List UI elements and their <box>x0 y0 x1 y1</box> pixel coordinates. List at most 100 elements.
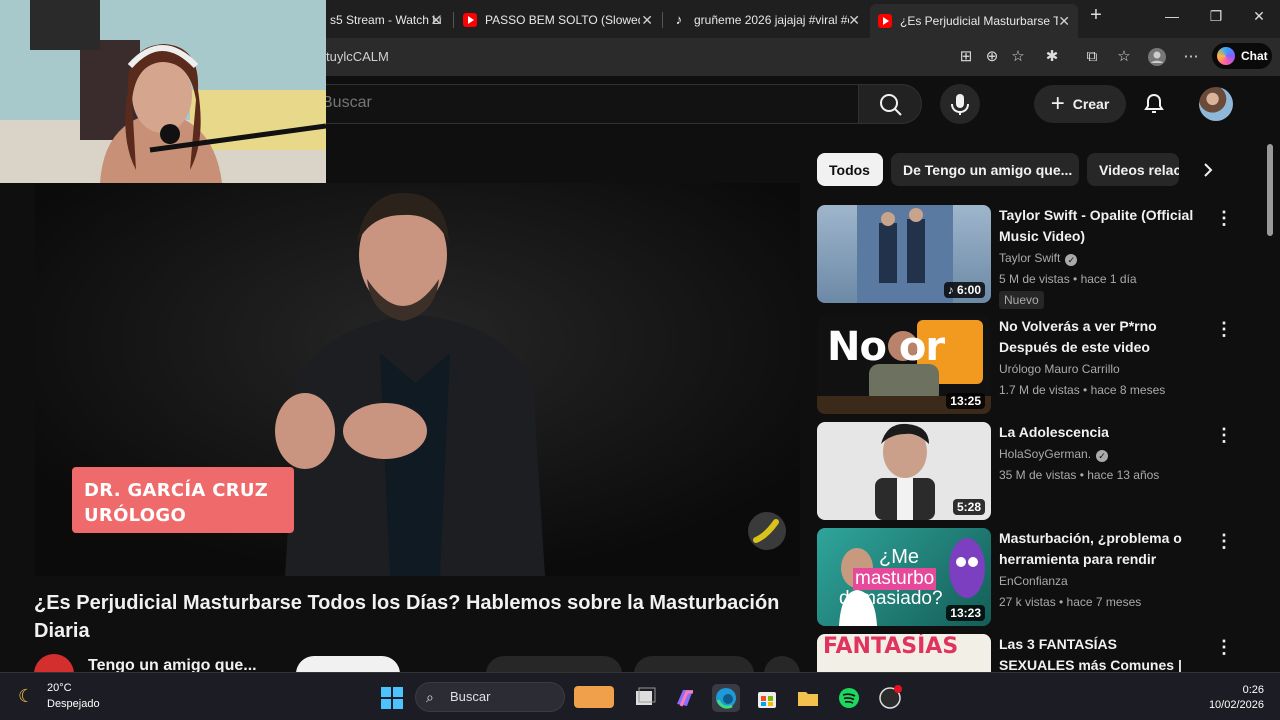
scrollbar[interactable] <box>1264 130 1274 670</box>
lower-third-name: DR. GARCÍA CRUZ <box>84 480 269 501</box>
tab-current-video[interactable]: ¿Es Perjudicial Masturbarse Tod ✕ <box>870 4 1078 38</box>
weather-widget[interactable]: ☾ 20°C Despejado <box>18 682 138 712</box>
more-options-icon[interactable]: ⋮ <box>1215 636 1233 658</box>
address-bar[interactable]: tuylcCALM <box>326 45 946 69</box>
music-note-icon: ♪ <box>947 283 954 297</box>
recommendation-channel[interactable]: Urólogo Mauro Carrillo <box>999 362 1120 376</box>
task-view-icon[interactable] <box>630 684 658 712</box>
video-thumbnail[interactable]: No or 13:25 <box>817 316 991 414</box>
copilot-chat-button[interactable]: Chat <box>1212 43 1272 69</box>
file-explorer-icon[interactable] <box>794 684 822 712</box>
split-screen-icon[interactable]: ⧉ <box>1082 47 1102 67</box>
close-tab-icon[interactable]: ✕ <box>1058 13 1070 30</box>
search-icon: ⌕ <box>426 689 434 705</box>
install-app-icon[interactable]: ⊞ <box>956 47 976 67</box>
close-tab-icon[interactable]: ✕ <box>430 12 442 29</box>
windows-start-icon[interactable] <box>378 684 406 712</box>
more-options-icon[interactable]: ⋮ <box>1215 207 1233 229</box>
duration-badge: 13:25 <box>946 393 985 409</box>
more-actions-button[interactable] <box>764 656 800 672</box>
microphone-icon <box>951 94 969 115</box>
recommendation-channel[interactable]: Taylor Swift ✓ <box>999 251 1078 266</box>
recommendation-item[interactable]: No or 13:25 No Volverás a ver P*rno Desp… <box>817 316 1237 416</box>
more-menu-icon[interactable]: ⋯ <box>1181 47 1201 67</box>
temperature: 20°C <box>47 682 72 694</box>
minimize-icon[interactable]: — <box>1162 8 1182 24</box>
search-button[interactable] <box>858 84 922 124</box>
recommendation-item[interactable]: 5:28 La Adolescencia HolaSoyGerman. ✓ 35 … <box>817 422 1237 522</box>
recommendation-channel[interactable]: EnConfianza <box>999 574 1068 588</box>
restore-icon[interactable]: ❐ <box>1206 8 1226 25</box>
chip-channel[interactable]: De Tengo un amigo que... <box>891 153 1079 186</box>
thumbnail-text: masturbo <box>853 568 937 590</box>
thumbnail-text: demasiado? <box>839 588 943 609</box>
zoom-icon[interactable]: ⊕ <box>982 47 1002 67</box>
thumbnail-text: ¿Me <box>879 546 919 568</box>
copilot-app-icon[interactable] <box>671 684 699 712</box>
recommendation-title[interactable]: Masturbación, ¿problema o herramienta pa… <box>999 528 1195 570</box>
notifications-bell-icon[interactable] <box>1142 92 1166 116</box>
moon-icon: ☾ <box>18 686 35 706</box>
scrollbar-thumb[interactable] <box>1267 144 1273 236</box>
recommendation-title[interactable]: No Volverás a ver P*rno Después de este … <box>999 316 1195 358</box>
video-title: ¿Es Perjudicial Masturbarse Todos los Dí… <box>34 592 780 642</box>
duration-badge: 13:23 <box>946 605 985 621</box>
extensions-icon[interactable]: ✱ <box>1042 47 1062 67</box>
channel-name[interactable]: Tengo un amigo que... <box>88 657 257 672</box>
tab-title: s5 Stream - Watch Liv <box>330 13 442 27</box>
tab-stream[interactable]: s5 Stream - Watch Liv ✕ <box>322 6 450 34</box>
video-thumbnail[interactable]: ¿Me masturbo demasiado? 13:23 <box>817 528 991 626</box>
create-button[interactable]: + Crear <box>1034 85 1126 123</box>
chip-todos[interactable]: Todos <box>817 153 883 186</box>
edge-browser-icon[interactable] <box>712 684 740 712</box>
video-thumbnail[interactable]: FANTASÍAS <box>817 634 991 672</box>
more-options-icon[interactable]: ⋮ <box>1215 530 1233 552</box>
recommendation-meta: 35 M de vistas • hace 13 años <box>999 468 1160 482</box>
favorites-icon[interactable]: ☆ <box>1114 47 1134 67</box>
webcam-feed <box>0 0 326 183</box>
video-thumbnail[interactable]: 5:28 <box>817 422 991 520</box>
spotify-icon[interactable] <box>835 684 863 712</box>
verified-check-icon: ✓ <box>1096 450 1109 462</box>
more-options-icon[interactable]: ⋮ <box>1215 424 1233 446</box>
weather-condition: Despejado <box>47 698 100 710</box>
tab-title: PASSO BEM SOLTO (Slowed) - Y <box>485 13 640 27</box>
profile-icon[interactable] <box>1147 47 1167 67</box>
recommendation-title[interactable]: Taylor Swift - Opalite (Official Music V… <box>999 205 1195 247</box>
close-tab-icon[interactable]: ✕ <box>848 12 860 29</box>
recommendation-title[interactable]: Las 3 FANTASÍAS SEXUALES más Comunes | P… <box>999 634 1195 672</box>
thumbnail-text: No or <box>827 324 945 370</box>
tab-passo-bem-solto[interactable]: PASSO BEM SOLTO (Slowed) - Y ✕ <box>455 6 661 34</box>
system-clock[interactable]: 0:26 10/02/2026 <box>1190 683 1264 713</box>
recommendation-item[interactable]: ♪ 6:00 Taylor Swift - Opalite (Official … <box>817 205 1237 309</box>
obs-studio-icon[interactable] <box>876 684 904 712</box>
tab-tiktok[interactable]: ♪ gruñeme 2026 jajajaj #viral #ch ✕ <box>664 6 868 34</box>
like-dislike-button[interactable] <box>486 656 622 672</box>
channel-avatar[interactable] <box>34 654 74 672</box>
favorite-star-icon[interactable]: ☆ <box>1008 47 1028 67</box>
recommendation-title[interactable]: La Adolescencia <box>999 422 1195 443</box>
search-input[interactable] <box>322 94 842 112</box>
recommendation-channel[interactable]: HolaSoyGerman. ✓ <box>999 447 1109 462</box>
voice-search-button[interactable] <box>940 84 980 124</box>
subscribe-button[interactable] <box>296 656 400 672</box>
video-thumbnail[interactable]: ♪ 6:00 <box>817 205 991 303</box>
share-button[interactable] <box>634 656 754 672</box>
close-tab-icon[interactable]: ✕ <box>641 12 653 29</box>
channel-row: Tengo un amigo que... <box>34 654 804 672</box>
verified-check-icon: ✓ <box>1065 254 1078 266</box>
new-tab-button[interactable]: + <box>1086 4 1106 27</box>
microsoft-store-icon[interactable] <box>753 684 781 712</box>
chevron-right-icon[interactable] <box>1196 158 1220 182</box>
tiktok-icon: ♪ <box>675 12 683 27</box>
recommendation-item[interactable]: ¿Me masturbo demasiado? 13:23 Masturbaci… <box>817 528 1237 628</box>
taskbar-search-box[interactable]: ⌕ Buscar <box>415 682 614 712</box>
user-avatar[interactable] <box>1199 87 1233 121</box>
tab-title: ¿Es Perjudicial Masturbarse Tod <box>900 14 1058 28</box>
recommendation-meta: 5 M de vistas • hace 1 día <box>999 272 1137 286</box>
close-window-icon[interactable]: ✕ <box>1249 8 1269 25</box>
recommendation-item[interactable]: FANTASÍAS Las 3 FANTASÍAS SEXUALES más C… <box>817 634 1237 672</box>
chip-related[interactable]: Videos relac <box>1087 153 1179 186</box>
search-highlight-icon <box>574 686 614 708</box>
more-options-icon[interactable]: ⋮ <box>1215 318 1233 340</box>
